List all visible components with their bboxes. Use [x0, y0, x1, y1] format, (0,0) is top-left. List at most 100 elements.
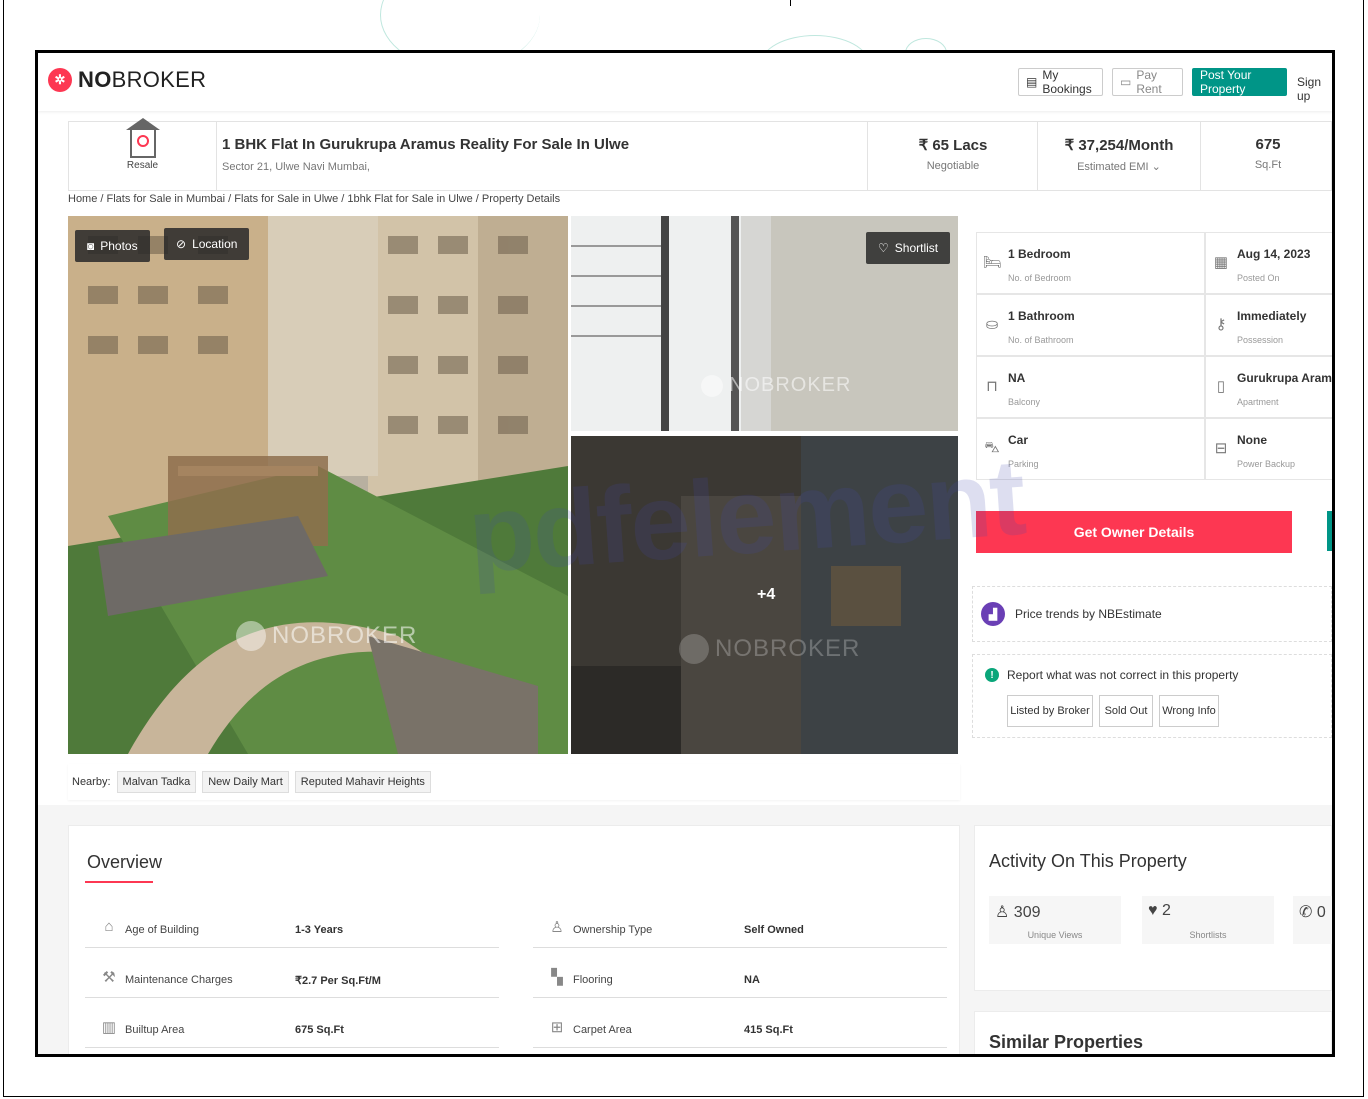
- car-icon: ⛍: [984, 439, 1000, 456]
- price-trends-card[interactable]: ▟ Price trends by NBEstimate: [972, 586, 1332, 642]
- chart-icon: ▟: [981, 602, 1005, 626]
- spec-value: None: [1237, 433, 1267, 447]
- title-underline: [85, 881, 153, 883]
- sign-up-link[interactable]: Sign up: [1297, 75, 1332, 103]
- divider: [790, 0, 791, 6]
- gallery-thumb-window[interactable]: ♡ Shortlist NOBROKER: [571, 216, 958, 431]
- watermark-text: NOBROKER: [729, 374, 852, 396]
- more-photos-count: +4: [757, 586, 776, 603]
- area-cell: 675 Sq.Ft: [1201, 122, 1332, 190]
- logo-text-bold: NO: [78, 67, 112, 92]
- emi-note: Estimated EMI ⌄: [1077, 161, 1161, 173]
- shortlist-button[interactable]: ♡ Shortlist: [866, 232, 951, 264]
- nobroker-logo[interactable]: ✲ NOBROKER: [48, 67, 206, 93]
- spec-label: Apartment: [1237, 397, 1279, 407]
- overview-value: 675 Sq.Ft: [295, 1024, 344, 1036]
- spec-value: Car: [1008, 433, 1029, 447]
- photo-watermark: NOBROKER: [701, 374, 851, 397]
- spec-label: No. of Bathroom: [1008, 335, 1074, 345]
- builtup-icon: ▥: [101, 1019, 117, 1036]
- photo-watermark: NOBROKER: [679, 634, 860, 664]
- spec-label: No. of Bedroom: [1008, 273, 1072, 283]
- spec-power-backup: ⊟ None Power Backup: [1205, 418, 1332, 480]
- price-cell: ₹ 65 Lacs Negotiable: [869, 122, 1038, 190]
- price-value: ₹ 65 Lacs: [918, 137, 988, 154]
- building-age-icon: ⌂: [104, 918, 114, 935]
- spec-possession: ⚷ Immediately Possession: [1205, 294, 1332, 356]
- report-card: ! Report what was not correct in this pr…: [972, 654, 1332, 738]
- compass-icon: ⊘: [176, 237, 187, 251]
- spec-value: Gurukrupa Aramus ...: [1237, 371, 1332, 385]
- overview-row-flooring: ▚ Flooring NA: [533, 962, 947, 998]
- post-property-button[interactable]: Post Your Property: [1192, 68, 1287, 96]
- sold-out-button[interactable]: Sold Out: [1099, 695, 1153, 727]
- logo-text-rest: BROKER: [111, 67, 207, 92]
- wrong-info-button[interactable]: Wrong Info: [1159, 695, 1219, 727]
- heart-outline-icon: ♡: [878, 241, 889, 255]
- pay-rent-button[interactable]: ▭ Pay Rent: [1112, 68, 1183, 96]
- overview-value: ₹2.7 Per Sq.Ft/M: [295, 975, 381, 987]
- activity-title: Activity On This Property: [989, 851, 1187, 871]
- get-owner-details-button[interactable]: Get Owner Details: [976, 511, 1292, 553]
- spec-label: Parking: [1008, 459, 1039, 469]
- spec-apartment: ▯ Gurukrupa Aramus ... Apartment: [1205, 356, 1332, 418]
- secondary-button-edge[interactable]: [1327, 511, 1332, 551]
- gallery-more-photos[interactable]: +4 NOBROKER: [571, 436, 958, 754]
- stat-contacts: ✆ 0: [1293, 896, 1332, 944]
- pay-rent-label: Pay Rent: [1136, 68, 1162, 96]
- report-question: ! Report what was not correct in this pr…: [985, 668, 1238, 682]
- spec-posted-on: ▦ Aug 14, 2023 Posted On: [1205, 232, 1332, 294]
- resale-badge: Resale: [69, 118, 217, 190]
- my-bookings-label: My Bookings: [1042, 68, 1092, 96]
- photos-button[interactable]: ◙ Photos: [75, 230, 150, 262]
- card-icon: ▭: [1120, 75, 1132, 89]
- battery-icon: ⊟: [1214, 440, 1228, 457]
- overview-key: Maintenance Charges: [125, 974, 233, 986]
- overview-row-builtup: ▥ Builtup Area 675 Sq.Ft: [85, 1012, 499, 1048]
- activity-section: Activity On This Property ♙ 309 Unique V…: [974, 825, 1332, 991]
- nearby-label: Nearby:: [72, 776, 111, 788]
- spec-value: 1 Bedroom: [1008, 247, 1071, 261]
- key-icon: ⚷: [1215, 316, 1227, 333]
- spec-label: Balcony: [1008, 397, 1041, 407]
- property-details-panel: 🛏 1 Bedroom No. of Bedroom ▦ Aug 14, 202…: [972, 216, 1332, 756]
- stat-shortlists: ♥ 2 Shortlists: [1142, 896, 1274, 944]
- spec-balcony: ⊓ NA Balcony: [976, 356, 1205, 418]
- gallery-main-photo[interactable]: ◙ Photos ⊘ Location NOBROKER: [68, 216, 568, 754]
- logo-icon: ✲: [48, 68, 72, 92]
- photos-label: Photos: [100, 239, 138, 253]
- stat-unique-views: ♙ 309 Unique Views: [989, 896, 1121, 944]
- spec-label: Power Backup: [1237, 459, 1296, 469]
- my-bookings-button[interactable]: ▤ My Bookings: [1018, 68, 1103, 96]
- nearby-tag[interactable]: Reputed Mahavir Heights: [294, 771, 431, 793]
- watermark-text: NOBROKER: [715, 635, 861, 662]
- emi-cell[interactable]: ₹ 37,254/Month Estimated EMI ⌄: [1038, 122, 1201, 190]
- price-trends-label: Price trends by NBEstimate: [1015, 607, 1162, 621]
- spec-label: Posted On: [1237, 273, 1280, 283]
- shortlists-label: Shortlists: [1189, 930, 1227, 940]
- listed-by-broker-button[interactable]: Listed by Broker: [1007, 695, 1093, 727]
- ownership-icon: ♙: [550, 919, 564, 936]
- overview-row-ownership: ♙ Ownership Type Self Owned: [533, 912, 947, 948]
- report-question-text: Report what was not correct in this prop…: [1007, 668, 1239, 682]
- browser-frame: ✲ NOBROKER ▤ My Bookings ▭ Pay Rent Post…: [35, 50, 1335, 1057]
- nearby-bar: Nearby: Malvan Tadka New Daily Mart Repu…: [68, 764, 960, 800]
- bookings-icon: ▤: [1026, 75, 1038, 89]
- spec-label: Possession: [1237, 335, 1284, 345]
- location-label: Location: [192, 237, 238, 251]
- watermark-logo-icon: [679, 634, 709, 664]
- watermark-logo-icon: [236, 621, 266, 651]
- bed-icon: 🛏: [983, 254, 1003, 271]
- property-title: 1 BHK Flat In Gurukrupa Aramus Reality F…: [222, 136, 630, 153]
- breadcrumb[interactable]: Home / Flats for Sale in Mumbai / Flats …: [68, 193, 560, 205]
- overview-value: Self Owned: [744, 924, 804, 936]
- nearby-tag[interactable]: Malvan Tadka: [116, 771, 197, 793]
- nearby-tag[interactable]: New Daily Mart: [202, 771, 289, 793]
- maintenance-icon: ⚒: [102, 969, 116, 986]
- building-icon: ▯: [1216, 378, 1226, 395]
- overview-section: Overview ⌂ Age of Building 1-3 Years ♙ O…: [68, 825, 960, 1054]
- camera-icon: ◙: [87, 239, 95, 253]
- shortlists-count: 2: [1161, 902, 1171, 919]
- location-button[interactable]: ⊘ Location: [164, 228, 250, 260]
- courtyard-photo: [68, 216, 568, 754]
